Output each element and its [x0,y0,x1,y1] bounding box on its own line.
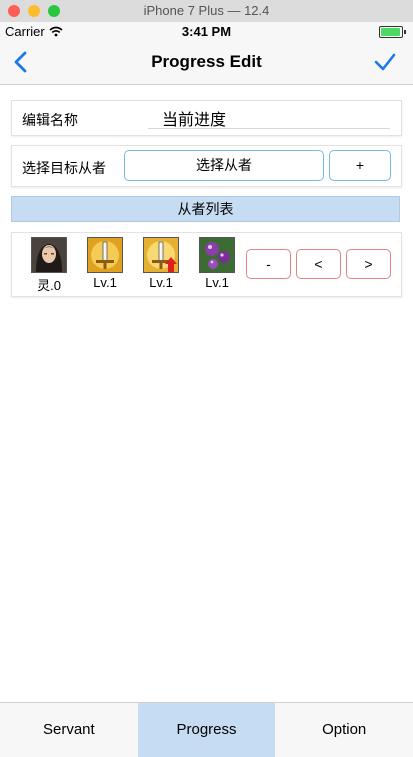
material-orbs-icon [199,237,235,273]
servant-item[interactable]: Lv.1 [137,237,185,290]
checkmark-icon[interactable] [373,50,397,74]
previous-servant-button[interactable]: < [296,249,341,279]
servant-item[interactable]: Lv.1 [193,237,241,290]
tab-bar: Servant Progress Option [0,702,413,757]
target-label: 选择目标从者 [22,160,106,176]
name-row: 编辑名称 [11,100,402,136]
servant-level: Lv.1 [93,275,117,290]
servant-level: Lv.1 [149,275,173,290]
remove-servant-button[interactable]: - [246,249,291,279]
status-time: 3:41 PM [181,24,232,39]
window-title: iPhone 7 Plus — 12.4 [143,3,270,18]
target-row: 选择目标从者 选择从者 + [11,145,402,187]
battery-icon [379,26,406,38]
saber-class-icon [87,237,123,273]
select-servant-button[interactable]: 选择从者 [124,150,324,181]
name-input[interactable] [148,107,390,129]
servant-portrait-icon [31,237,67,273]
servant-level: Lv.1 [205,275,229,290]
tab-option[interactable]: Option [275,703,413,757]
tab-progress[interactable]: Progress [137,703,276,757]
servant-item[interactable]: Lv.1 [81,237,129,290]
name-label: 编辑名称 [22,112,78,128]
status-bar: Carrier 3:41 PM [0,22,413,40]
servant-item[interactable]: 灵.0 [25,237,73,294]
tab-servant[interactable]: Servant [0,703,138,757]
servant-list-header: 从者列表 [11,196,400,222]
navigation-bar: Progress Edit [0,40,413,85]
nav-title: Progress Edit [151,52,262,71]
servant-level: 灵.0 [37,278,61,293]
add-servant-button[interactable]: + [329,150,391,181]
saber-upgrade-icon [143,237,179,273]
simulator-titlebar: iPhone 7 Plus — 12.4 [0,0,413,23]
servant-list-row: 灵.0 Lv.1 Lv.1 Lv.1 - < > [11,232,402,297]
next-servant-button[interactable]: > [346,249,391,279]
